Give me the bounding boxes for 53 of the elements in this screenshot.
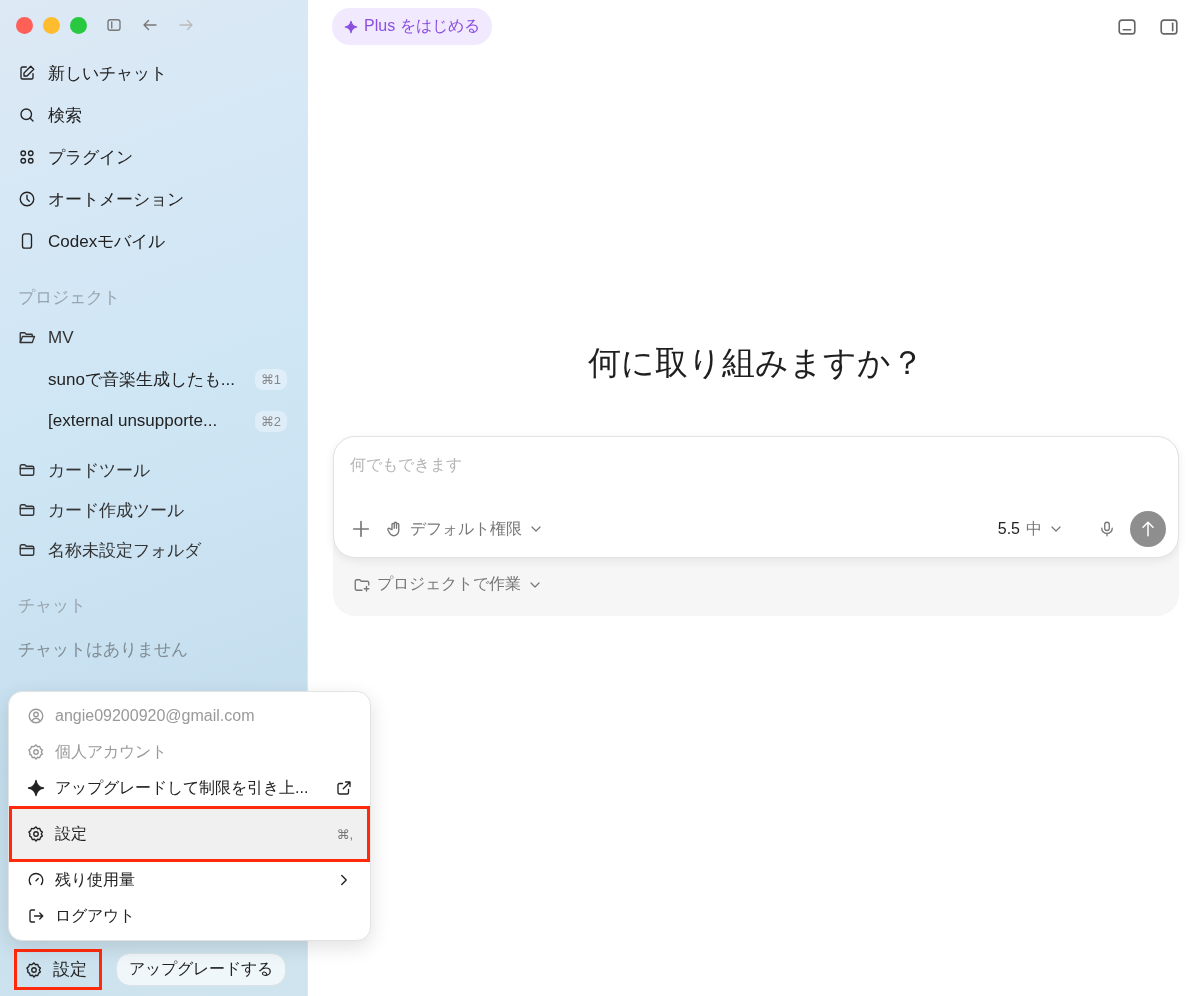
- sidebar-item[interactable]: Codexモバイル: [10, 220, 297, 262]
- folder-icon: [18, 501, 36, 519]
- menu-item[interactable]: ログアウト: [9, 898, 370, 934]
- menu-item[interactable]: 設定 ⌘,: [9, 806, 370, 862]
- menu-item[interactable]: 残り使用量: [9, 862, 370, 898]
- folder-icon: [18, 541, 36, 559]
- section-heading: プロジェクト: [17, 286, 121, 309]
- external-link-icon: [335, 779, 353, 797]
- sparkle-icon: [344, 19, 358, 34]
- model-dropdown[interactable]: 5.5 中: [997, 518, 1064, 540]
- sidebar-item[interactable]: プラグイン: [10, 136, 297, 178]
- thread-item[interactable]: sunoで音楽生成したも... ⌘1: [10, 358, 297, 400]
- thread-title: sunoで音楽生成したも...: [48, 368, 236, 391]
- sidebar-item[interactable]: 検索: [10, 94, 297, 136]
- clock-icon: [18, 190, 36, 208]
- sidebar-toggle-button[interactable]: [105, 16, 123, 34]
- plus-button[interactable]: Plus をはじめる: [332, 8, 492, 45]
- sparkle-icon: [27, 779, 45, 797]
- close-window-button[interactable]: [16, 16, 33, 34]
- zoom-window-button[interactable]: [70, 16, 87, 34]
- folder-icon: [18, 461, 36, 479]
- project-folder[interactable]: カード作成ツール: [10, 490, 297, 530]
- sidebar-item[interactable]: オートメーション: [10, 178, 297, 220]
- thread-item[interactable]: [external unsupporte... ⌘2: [10, 400, 297, 442]
- empty-message: チャットはありません: [17, 638, 189, 661]
- edit-icon: [18, 64, 36, 82]
- sidebar-item[interactable]: 新しいチャット: [10, 52, 297, 94]
- project-folder[interactable]: MV: [10, 318, 297, 358]
- shortcut-badge: ⌘2: [254, 410, 287, 432]
- microphone-button[interactable]: [1098, 520, 1116, 538]
- search-icon: [18, 106, 36, 124]
- permission-dropdown[interactable]: デフォルト権限: [386, 518, 544, 540]
- microphone-icon: [1098, 520, 1116, 538]
- grid-dots-icon: [18, 148, 36, 166]
- add-button[interactable]: [350, 518, 372, 540]
- project-folder[interactable]: 名称未設定フォルダ: [10, 530, 297, 570]
- person-icon: [27, 707, 45, 725]
- settings-icon: [27, 825, 45, 843]
- sidebar-icon: [105, 16, 123, 34]
- section-heading: チャット: [17, 594, 87, 617]
- shortcut-badge: ⌘1: [254, 368, 287, 390]
- upgrade-button[interactable]: アップグレードする: [116, 953, 286, 986]
- logout-icon: [27, 907, 45, 925]
- project-dropdown[interactable]: プロジェクトで作業: [353, 574, 543, 595]
- thread-title: [external unsupporte...: [48, 411, 218, 431]
- send-button[interactable]: [1130, 511, 1166, 547]
- project-folder[interactable]: カードツール: [10, 450, 297, 490]
- menu-item[interactable]: アップグレードして制限を引き上...: [9, 770, 370, 806]
- main-heading: 何に取り組みますか？: [587, 343, 925, 383]
- plus-icon: [350, 518, 372, 540]
- gear-icon: [27, 743, 45, 761]
- settings-button[interactable]: 設定: [14, 949, 102, 990]
- settings-icon: [25, 960, 43, 979]
